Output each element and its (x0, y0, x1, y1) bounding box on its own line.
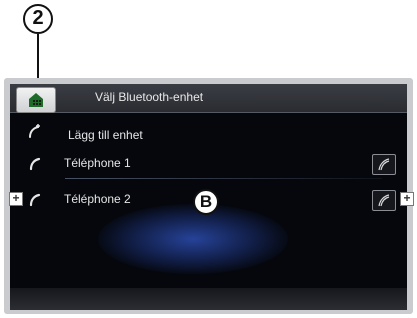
phone-icon (29, 157, 41, 171)
list-item-label: Lägg till enhet (68, 128, 143, 142)
handset-outline-icon (378, 158, 390, 171)
header-bar: Välj Bluetooth-enhet (10, 84, 407, 113)
list-item-label: Téléphone 1 (64, 156, 131, 170)
plus-marker-left: + (9, 192, 23, 206)
plus-marker-right: + (400, 192, 414, 206)
call-button-phone-2[interactable] (372, 190, 396, 211)
add-phone-icon (29, 124, 40, 138)
bottom-bar (10, 288, 407, 310)
home-button[interactable] (16, 87, 56, 113)
call-button-phone-1[interactable] (372, 154, 396, 175)
list-item-phone-1[interactable]: Téléphone 1 (10, 151, 407, 181)
list-item-label: Téléphone 2 (64, 192, 131, 206)
row-divider (65, 178, 382, 179)
home-grid-icon (29, 93, 43, 107)
callout-2: 2 (23, 4, 53, 34)
handset-outline-icon (378, 194, 390, 207)
callout-b: B (193, 189, 219, 215)
phone-icon (29, 193, 41, 207)
page-title: Välj Bluetooth-enhet (95, 90, 204, 104)
list-item-add-device[interactable]: Lägg till enhet (10, 120, 407, 150)
